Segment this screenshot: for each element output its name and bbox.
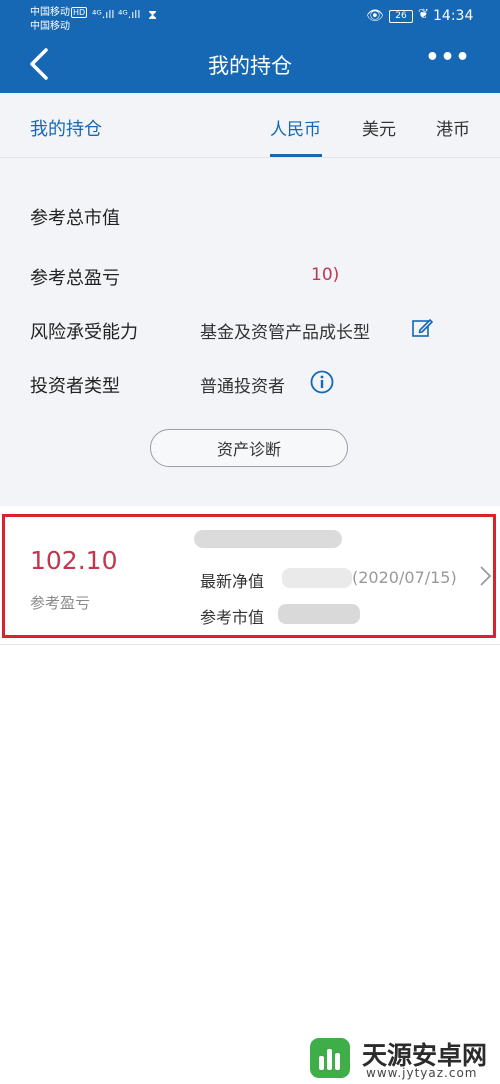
risk-tolerance-value: 基金及资管产品成长型 [200, 323, 370, 343]
edit-icon[interactable] [411, 317, 433, 339]
info-icon[interactable] [310, 370, 334, 394]
investor-type-value: 普通投资者 [200, 377, 285, 397]
holding-pl-value: 102.10 [30, 546, 118, 575]
holding-card[interactable]: 102.10 参考盈亏 最新净值 (2020/07/15) 参考市值 [0, 506, 500, 645]
latest-nav-date: (2020/07/15) [352, 568, 457, 587]
investor-type-label: 投资者类型 [30, 376, 120, 397]
asset-diagnosis-button[interactable]: 资产诊断 [150, 429, 348, 467]
signal-icon: ⁴ᴳ.ıll ⁴ᴳ.ıll [92, 8, 141, 21]
risk-tolerance-label: 风险承受能力 [30, 322, 138, 343]
tab-usd[interactable]: 美元 [362, 115, 396, 140]
more-button[interactable]: ••• [424, 45, 472, 81]
chevron-right-icon[interactable] [478, 564, 492, 588]
hd-badge: HD [71, 7, 88, 18]
eye-icon: 👁 [366, 8, 384, 24]
total-market-value-label: 参考总市值 [30, 208, 120, 229]
app-header: 中国移动 HD 中国移动 ⁴ᴳ.ıll ⁴ᴳ.ıll ⧗ 👁 26 ❦ 14:34… [0, 0, 500, 93]
carrier-1: 中国移动 HD [30, 7, 88, 18]
latest-nav-redacted [282, 568, 352, 588]
hourglass-icon: ⧗ [148, 8, 158, 23]
tab-rmb[interactable]: 人民币 [270, 115, 321, 140]
market-value-label: 参考市值 [200, 608, 265, 627]
currency-tab-bar: 我的持仓 人民币 美元 港币 [0, 93, 500, 158]
section-title: 我的持仓 [30, 119, 102, 140]
leaf-icon: ❦ [418, 7, 429, 22]
tab-hkd[interactable]: 港币 [436, 115, 470, 140]
more-icon: ••• [425, 45, 471, 70]
status-time: 14:34 [433, 8, 474, 24]
total-pl-value: 10) [311, 265, 340, 285]
battery-icon: 26 [389, 10, 413, 23]
watermark-url: www.jytyaz.com [366, 1066, 478, 1080]
fund-name-redacted [194, 530, 342, 548]
carrier-2: 中国移动 [30, 21, 70, 32]
watermark-logo [310, 1038, 350, 1078]
latest-nav-label: 最新净值 [200, 572, 265, 591]
total-pl-label: 参考总盈亏 [30, 268, 120, 289]
account-summary: 参考总市值 参考总盈亏 10) 风险承受能力 基金及资管产品成长型 投资者类型 … [0, 158, 500, 506]
holding-pl-label: 参考盈亏 [30, 594, 91, 612]
market-value-redacted [278, 604, 360, 624]
active-tab-indicator [270, 154, 322, 157]
status-bar: 中国移动 HD 中国移动 ⁴ᴳ.ıll ⁴ᴳ.ıll ⧗ 👁 26 ❦ 14:34 [0, 0, 500, 34]
